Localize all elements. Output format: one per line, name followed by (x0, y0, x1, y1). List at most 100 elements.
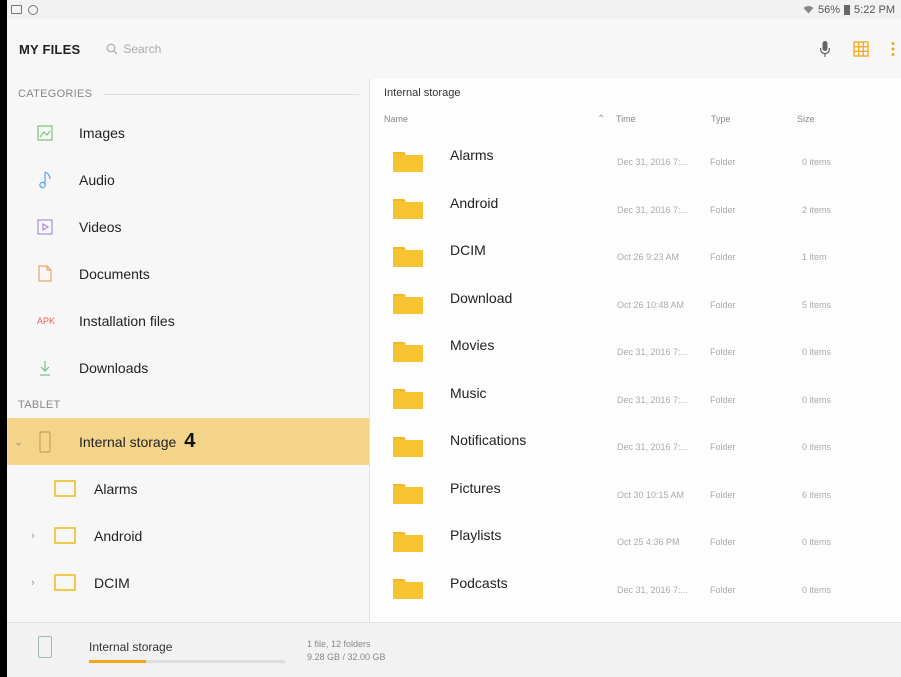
image-icon (37, 124, 53, 142)
column-time[interactable]: Time (616, 114, 636, 124)
file-type: Folder (710, 252, 736, 262)
file-size: 2 items (802, 204, 832, 215)
file-size: 5 items (802, 299, 832, 310)
chevron-right-icon[interactable]: › (31, 577, 35, 589)
file-row[interactable]: Alarms Dec 31, 2016 7:... Folder 0 items (370, 137, 901, 185)
my-files-app: 56% 5:22 PM MY FILES Search CATEGORIES I… (7, 0, 901, 677)
file-type: Folder (710, 537, 736, 547)
file-row[interactable]: DCIM Oct 26 9:23 AM Folder 1 item (370, 232, 901, 280)
footer-summary: 1 file, 12 folders (307, 639, 371, 649)
chevron-right-icon[interactable]: › (31, 530, 35, 542)
internal-storage-label: Internal storage (79, 433, 177, 450)
tree-item-label: DCIM (94, 574, 130, 591)
chevron-down-icon: ⌄ (14, 436, 24, 448)
file-row[interactable]: Podcasts Dec 31, 2016 7:... Folder 0 items (370, 565, 901, 613)
column-name[interactable]: Name (384, 114, 408, 124)
category-downloads[interactable]: Downloads (7, 344, 369, 391)
file-name: Android (450, 194, 499, 211)
battery-icon (844, 4, 851, 15)
file-time: Oct 30 10:15 AM (617, 489, 685, 500)
file-size: 1 item (802, 252, 827, 262)
file-row[interactable]: Download Oct 26 10:48 AM Folder 5 items (370, 280, 901, 328)
status-bar: 56% 5:22 PM (7, 0, 901, 19)
file-list: Alarms Dec 31, 2016 7:... Folder 0 items And… (370, 137, 901, 612)
file-size: 0 items (802, 157, 832, 167)
search-input[interactable]: Search (106, 42, 161, 56)
file-name: Alarms (450, 147, 494, 163)
folder-outline-icon (54, 480, 76, 497)
microphone-icon[interactable] (819, 40, 831, 58)
file-type: Folder (710, 157, 736, 167)
tree-item-label: Android (94, 527, 143, 544)
tree-item-alarms[interactable]: Alarms (7, 465, 369, 512)
column-type[interactable]: Type (711, 114, 731, 124)
search-icon (106, 43, 118, 55)
category-videos[interactable]: Videos (7, 203, 369, 250)
file-size: 0 items (802, 537, 832, 547)
file-row[interactable]: Music Dec 31, 2016 7:... Folder 0 items (370, 375, 901, 423)
overlay-step-number: 4 (184, 430, 196, 452)
categories-header: CATEGORIES (7, 79, 369, 109)
tablet-header: TABLET (18, 398, 61, 411)
folder-icon (393, 199, 423, 220)
sort-ascending-icon[interactable]: ⌃ (597, 114, 605, 125)
folder-icon (393, 341, 423, 362)
tree-item-label: Alarms (94, 480, 138, 497)
folder-icon (393, 531, 423, 552)
app-title: MY FILES (19, 41, 81, 57)
file-row[interactable]: Android Dec 31, 2016 7:... Folder 2 items (370, 185, 901, 233)
folder-icon (393, 436, 423, 457)
file-name: Notifications (450, 432, 527, 448)
category-label: Audio (79, 171, 115, 188)
category-label: Installation files (79, 312, 175, 329)
file-time: Oct 25 4:36 PM (617, 537, 680, 547)
tree-item-android[interactable]: › Android (7, 512, 369, 559)
file-name: Podcasts (450, 574, 508, 591)
folder-outline-icon (54, 574, 76, 591)
tree-item-dcim[interactable]: › DCIM (7, 559, 369, 606)
file-size: 0 items (802, 394, 832, 405)
location-title: Internal storage (384, 87, 461, 99)
file-row[interactable]: Pictures Oct 30 10:15 AM Folder 6 items (370, 470, 901, 518)
file-size: 6 items (802, 489, 832, 500)
internal-storage-item[interactable]: ⌄ Internal storage 4 (7, 418, 369, 465)
file-type: Folder (710, 489, 736, 500)
file-type: Folder (710, 204, 736, 215)
file-time: Oct 26 9:23 AM (617, 252, 680, 262)
folder-outline-icon (54, 527, 76, 544)
folder-icon (393, 579, 423, 600)
file-type: Folder (710, 584, 736, 595)
category-audio[interactable]: Audio (7, 156, 369, 203)
folder-icon (393, 389, 423, 410)
wifi-icon (803, 6, 814, 14)
storage-footer[interactable]: Internal storage 1 file, 12 folders 9.28… (7, 622, 901, 677)
more-options-icon[interactable] (891, 41, 895, 57)
file-time: Dec 31, 2016 7:... (617, 394, 689, 405)
file-time: Dec 31, 2016 7:... (617, 204, 689, 215)
file-time: Dec 31, 2016 7:... (617, 157, 689, 167)
category-images[interactable]: Images (7, 109, 369, 156)
file-type: Folder (710, 347, 736, 357)
music-note-icon (37, 170, 53, 189)
clock: 5:22 PM (854, 3, 895, 16)
download-icon (37, 359, 53, 377)
file-time: Oct 26 10:48 AM (617, 299, 685, 310)
file-time: Dec 31, 2016 7:... (617, 584, 689, 595)
folder-icon (393, 484, 423, 505)
search-placeholder: Search (123, 42, 162, 56)
category-documents[interactable]: Documents (7, 250, 369, 297)
file-list-pane: Internal storage Name ⌃ Time Type Size A… (370, 79, 901, 622)
file-type: Folder (710, 442, 736, 452)
file-row[interactable]: Notifications Dec 31, 2016 7:... Folder 0 i… (370, 422, 901, 470)
folder-icon (393, 246, 423, 267)
column-size[interactable]: Size (797, 114, 815, 124)
category-label: Downloads (79, 359, 149, 376)
folder-icon (393, 151, 423, 172)
category-installation-files[interactable]: APK Installation files (7, 297, 369, 344)
file-row[interactable]: Playlists Oct 25 4:36 PM Folder 0 items (370, 517, 901, 565)
grid-view-icon[interactable] (853, 41, 869, 57)
file-name: Pictures (450, 479, 501, 496)
file-row[interactable]: Movies Dec 31, 2016 7:... Folder 0 items (370, 327, 901, 375)
footer-storage-name: Internal storage (89, 640, 173, 654)
file-size: 0 items (802, 347, 832, 357)
